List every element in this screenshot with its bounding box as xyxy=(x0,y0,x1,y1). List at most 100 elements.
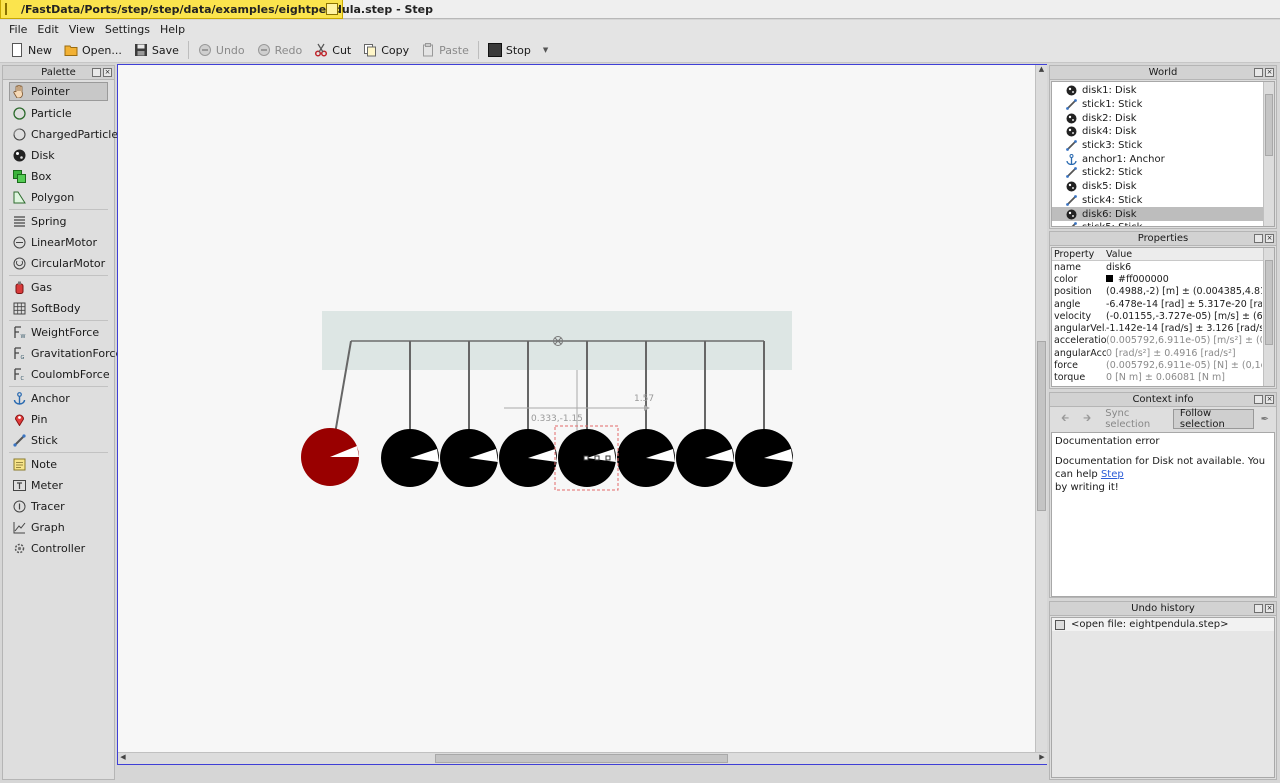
palette-item-linearmotor[interactable]: LinearMotor xyxy=(3,232,114,253)
float-icon[interactable] xyxy=(1254,68,1263,77)
scroll-right-arrow[interactable]: ▶ xyxy=(1037,753,1047,761)
world-scrollbar[interactable] xyxy=(1263,82,1274,226)
scroll-left-arrow[interactable]: ◀ xyxy=(118,753,128,761)
disk[interactable] xyxy=(735,429,793,487)
close-icon[interactable]: × xyxy=(1265,604,1274,613)
step-link[interactable]: Step xyxy=(1101,469,1124,480)
palette-item-pointer[interactable]: Pointer xyxy=(9,82,108,101)
selection-handle[interactable] xyxy=(594,455,600,461)
float-icon[interactable] xyxy=(92,68,101,77)
palette-item-tracer[interactable]: Tracer xyxy=(3,496,114,517)
copy-button[interactable]: Copy xyxy=(357,39,415,61)
palette-item-coulombforce[interactable]: C CoulombForce xyxy=(3,364,114,385)
property-row[interactable]: angularVel...-1.142e-14 [rad/s] ± 3.126 … xyxy=(1052,322,1262,334)
property-row[interactable]: color #ff000000 xyxy=(1052,273,1262,285)
menu-edit[interactable]: Edit xyxy=(37,23,58,36)
world-item[interactable]: stick4: Stick xyxy=(1052,194,1274,208)
palette-item-gas[interactable]: Gas xyxy=(3,277,114,298)
property-row[interactable]: angularAcc...0 [rad/s²] ± 0.4916 [rad/s²… xyxy=(1052,347,1262,359)
paste-button[interactable]: Paste xyxy=(415,39,475,61)
window-title-tab[interactable]: /FastData/Ports/step/step/data/examples/… xyxy=(0,0,433,19)
scrollbar-thumb[interactable] xyxy=(1265,94,1273,156)
properties-scrollbar[interactable] xyxy=(1263,248,1274,386)
toolbar-overflow-button[interactable]: ▼ xyxy=(537,39,554,61)
back-button[interactable]: 🡰 xyxy=(1054,409,1076,429)
world-item[interactable]: stick5: Stick xyxy=(1052,221,1274,226)
palette-item-particle[interactable]: Particle xyxy=(3,103,114,124)
disk[interactable] xyxy=(676,429,734,487)
palette-item-gravitationforce[interactable]: G GravitationForce xyxy=(3,343,122,364)
property-row[interactable]: velocity (-0.01155,-3.727e-05) [m/s] ± (6… xyxy=(1052,310,1262,322)
open-button[interactable]: Open... xyxy=(58,39,128,61)
redo-button[interactable]: Redo xyxy=(251,39,309,61)
scroll-up-arrow[interactable]: ▲ xyxy=(1036,65,1047,75)
pin-context-button[interactable]: ✒ xyxy=(1254,409,1276,429)
world-item[interactable]: stick1: Stick xyxy=(1052,98,1274,112)
undo-history-item[interactable]: <open file: eightpendula.step> xyxy=(1052,618,1274,631)
cut-button[interactable]: Cut xyxy=(308,39,357,61)
palette-label: Box xyxy=(31,170,52,183)
palette-item-meter[interactable]: Meter xyxy=(3,475,114,496)
follow-selection-button[interactable]: Follow selection xyxy=(1172,408,1254,430)
undo-button[interactable]: Undo xyxy=(192,39,251,61)
menu-settings[interactable]: Settings xyxy=(105,23,150,36)
palette-item-graph[interactable]: Graph xyxy=(3,517,114,538)
disk-selected-red[interactable] xyxy=(301,428,359,486)
world-item[interactable]: disk1: Disk xyxy=(1052,84,1274,98)
menu-help[interactable]: Help xyxy=(160,23,185,36)
palette-item-chargedparticle[interactable]: ChargedParticle xyxy=(3,124,118,145)
disk[interactable] xyxy=(499,429,557,487)
palette-item-anchor[interactable]: Anchor xyxy=(3,388,114,409)
world-item[interactable]: stick3: Stick xyxy=(1052,139,1274,153)
world-item[interactable]: stick2: Stick xyxy=(1052,166,1274,180)
palette-item-disk[interactable]: Disk xyxy=(3,145,114,166)
sync-selection-button[interactable]: Sync selection xyxy=(1098,408,1173,430)
world-item[interactable]: disk4: Disk xyxy=(1052,125,1274,139)
scrollbar-thumb[interactable] xyxy=(1265,260,1273,345)
palette-item-stick[interactable]: Stick xyxy=(3,430,114,451)
close-icon[interactable]: × xyxy=(1265,395,1274,404)
close-icon[interactable]: × xyxy=(103,68,112,77)
new-button[interactable]: New xyxy=(4,39,58,61)
palette-item-polygon[interactable]: Polygon xyxy=(3,187,114,208)
property-row[interactable]: torque 0 [N m] ± 0.06081 [N m] xyxy=(1052,372,1262,384)
float-icon[interactable] xyxy=(1254,234,1263,243)
selection-handle[interactable] xyxy=(605,455,611,461)
disk[interactable] xyxy=(617,429,675,487)
canvas-horizontal-scrollbar[interactable]: ◀ ▶ xyxy=(118,752,1047,764)
world-item[interactable]: anchor1: Anchor xyxy=(1052,152,1274,166)
canvas-vertical-scrollbar[interactable]: ▲ ▼ xyxy=(1035,65,1047,764)
palette-item-box[interactable]: Box xyxy=(3,166,114,187)
palette-item-note[interactable]: Note xyxy=(3,454,114,475)
float-icon[interactable] xyxy=(1254,395,1263,404)
world-item[interactable]: disk5: Disk xyxy=(1052,180,1274,194)
property-row[interactable]: name disk6 xyxy=(1052,261,1262,273)
property-row[interactable]: position (0.4988,-2) [m] ± (0.004385,4.81… xyxy=(1052,286,1262,298)
disk[interactable] xyxy=(381,429,439,487)
disk[interactable] xyxy=(440,429,498,487)
palette-item-softbody[interactable]: SoftBody xyxy=(3,298,114,319)
palette-item-weightforce[interactable]: W WeightForce xyxy=(3,322,114,343)
palette-item-spring[interactable]: Spring xyxy=(3,211,114,232)
save-button[interactable]: Save xyxy=(128,39,185,61)
forward-button[interactable]: 🡲 xyxy=(1076,409,1098,429)
float-icon[interactable] xyxy=(1254,604,1263,613)
selection-handle[interactable] xyxy=(583,455,589,461)
palette-item-controller[interactable]: Controller xyxy=(3,538,114,559)
palette-item-circularmotor[interactable]: CircularMotor xyxy=(3,253,114,274)
palette-item-pin[interactable]: Pin xyxy=(3,409,114,430)
property-row[interactable]: angle -6.478e-14 [rad] ± 5.317e-20 [rad] xyxy=(1052,298,1262,310)
close-icon[interactable]: × xyxy=(1265,68,1274,77)
scrollbar-thumb[interactable] xyxy=(1037,341,1046,511)
property-row[interactable]: force (0.005792,6.911e-05) [N] ± (0,1e-05… xyxy=(1052,359,1262,371)
menu-file[interactable]: File xyxy=(9,23,27,36)
window-menu-icon[interactable] xyxy=(326,3,338,15)
world-item[interactable]: disk2: Disk xyxy=(1052,111,1274,125)
scrollbar-thumb[interactable] xyxy=(435,754,728,763)
world-item[interactable]: disk6: Disk xyxy=(1052,207,1274,221)
close-icon[interactable]: × xyxy=(1265,234,1274,243)
property-row[interactable]: acceleration(0.005792,6.911e-05) [m/s²] … xyxy=(1052,335,1262,347)
stop-button[interactable]: Stop xyxy=(482,39,537,61)
scene-canvas[interactable]: 0.333,-1.15 1.57 xyxy=(117,64,1047,765)
menu-view[interactable]: View xyxy=(69,23,95,36)
